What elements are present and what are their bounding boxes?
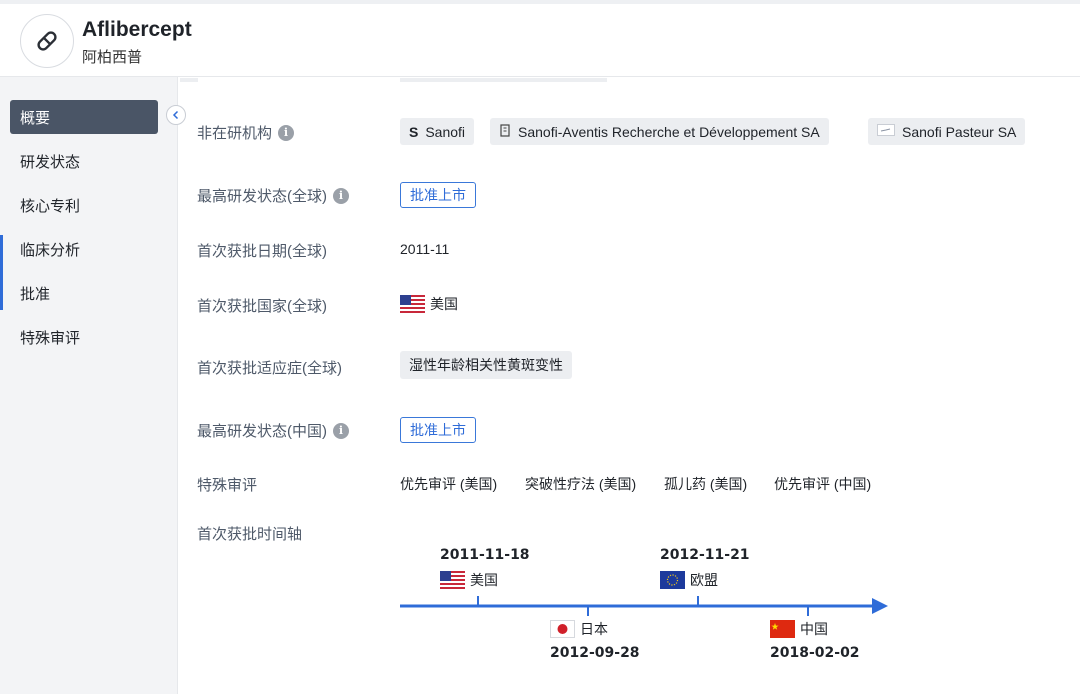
first-approval-indication-label: 首次获批适应症(全球): [197, 360, 342, 377]
special-review-item: 突破性疗法 (美国): [525, 476, 637, 492]
sidebar-collapse-button[interactable]: [166, 105, 186, 125]
first-approval-country-value: 美国: [400, 294, 458, 314]
highest-status-china-tag: 批准上市: [400, 417, 476, 443]
sanofi-logo: S: [409, 123, 419, 140]
country-name: 中国: [800, 621, 828, 637]
sanofi-pasteur-logo: [877, 124, 895, 139]
highest-status-china-label-text: 最高研发状态(中国): [197, 423, 327, 440]
country-name: 美国: [470, 572, 498, 588]
special-review-label: 特殊审评: [197, 477, 258, 494]
timeline-label: 首次获批时间轴: [197, 526, 303, 543]
building-icon: [499, 123, 511, 140]
org-name: Sanofi-Aventis Recherche et Développemen…: [518, 123, 820, 140]
info-icon[interactable]: i: [333, 422, 349, 439]
sidebar-item-rd-status[interactable]: 研发状态: [10, 144, 158, 178]
timeline-date: 2018-02-02: [770, 645, 860, 661]
cn-flag-icon: [770, 620, 795, 638]
timeline-country: 中国: [770, 619, 828, 639]
sidebar-item-overview[interactable]: 概要: [10, 100, 158, 134]
highest-status-global-label-text: 最高研发状态(全球): [197, 188, 327, 205]
special-review-item: 优先审评 (美国): [400, 476, 498, 492]
org-tag-sanofi-aventis[interactable]: Sanofi-Aventis Recherche et Développemen…: [490, 118, 829, 145]
sidebar-item-core-patents[interactable]: 核心专利: [10, 188, 158, 222]
org-name: Sanofi Pasteur SA: [902, 123, 1017, 140]
info-icon[interactable]: i: [278, 124, 295, 141]
drug-cn-name: 阿柏西普: [82, 49, 143, 66]
jp-flag-icon: [550, 620, 575, 638]
timeline-country: 美国: [440, 570, 498, 590]
timeline-date: 2011-11-18: [440, 547, 530, 563]
highest-status-global-label: 最高研发状态(全球) i: [197, 185, 349, 206]
first-approval-date-label: 首次获批日期(全球): [197, 243, 327, 260]
eu-flag-icon: [660, 571, 685, 589]
sidebar-item-clinical-analysis[interactable]: 临床分析: [10, 232, 158, 266]
country-name: 日本: [580, 621, 608, 637]
cutoff-row-fragment: [180, 78, 198, 82]
drug-header: Aflibercept 阿柏西普: [0, 4, 1080, 77]
inactive-orgs-label-text: 非在研机构: [197, 125, 273, 142]
sidebar-item-special-review[interactable]: 特殊审评: [10, 320, 158, 354]
special-review-item: 孤儿药 (美国): [664, 476, 748, 492]
indication-tag[interactable]: 湿性年龄相关性黄斑变性: [400, 351, 572, 379]
us-flag-icon: [440, 571, 465, 589]
timeline-country: 欧盟: [660, 570, 718, 590]
org-name: Sanofi: [425, 123, 466, 140]
org-tag-sanofi-pasteur[interactable]: Sanofi Pasteur SA: [868, 118, 1026, 145]
cutoff-tag-fragment: [400, 78, 607, 82]
timeline-date: 2012-11-21: [660, 547, 750, 563]
special-review-item: 优先审评 (中国): [774, 476, 872, 492]
country-name: 美国: [430, 296, 458, 312]
sidebar-scroll-indicator: [0, 235, 3, 310]
inactive-orgs-label: 非在研机构 i: [197, 122, 295, 143]
drug-name: Aflibercept: [82, 18, 192, 41]
chevron-left-icon: [172, 110, 179, 120]
timeline-axis: [400, 596, 888, 616]
org-tag-sanofi[interactable]: S Sanofi: [400, 118, 475, 145]
info-icon[interactable]: i: [333, 187, 349, 204]
first-approval-date-value: 2011-11: [400, 241, 450, 257]
first-approval-country-label: 首次获批国家(全球): [197, 298, 327, 315]
timeline-date: 2012-09-28: [550, 645, 640, 661]
pill-icon: [20, 14, 74, 68]
highest-status-china-label: 最高研发状态(中国) i: [197, 420, 349, 441]
highest-status-global-tag: 批准上市: [400, 182, 476, 208]
timeline-country: 日本: [550, 619, 608, 639]
us-flag-icon: [400, 295, 425, 313]
country-name: 欧盟: [690, 572, 718, 588]
sidebar-item-approval[interactable]: 批准: [10, 276, 158, 310]
